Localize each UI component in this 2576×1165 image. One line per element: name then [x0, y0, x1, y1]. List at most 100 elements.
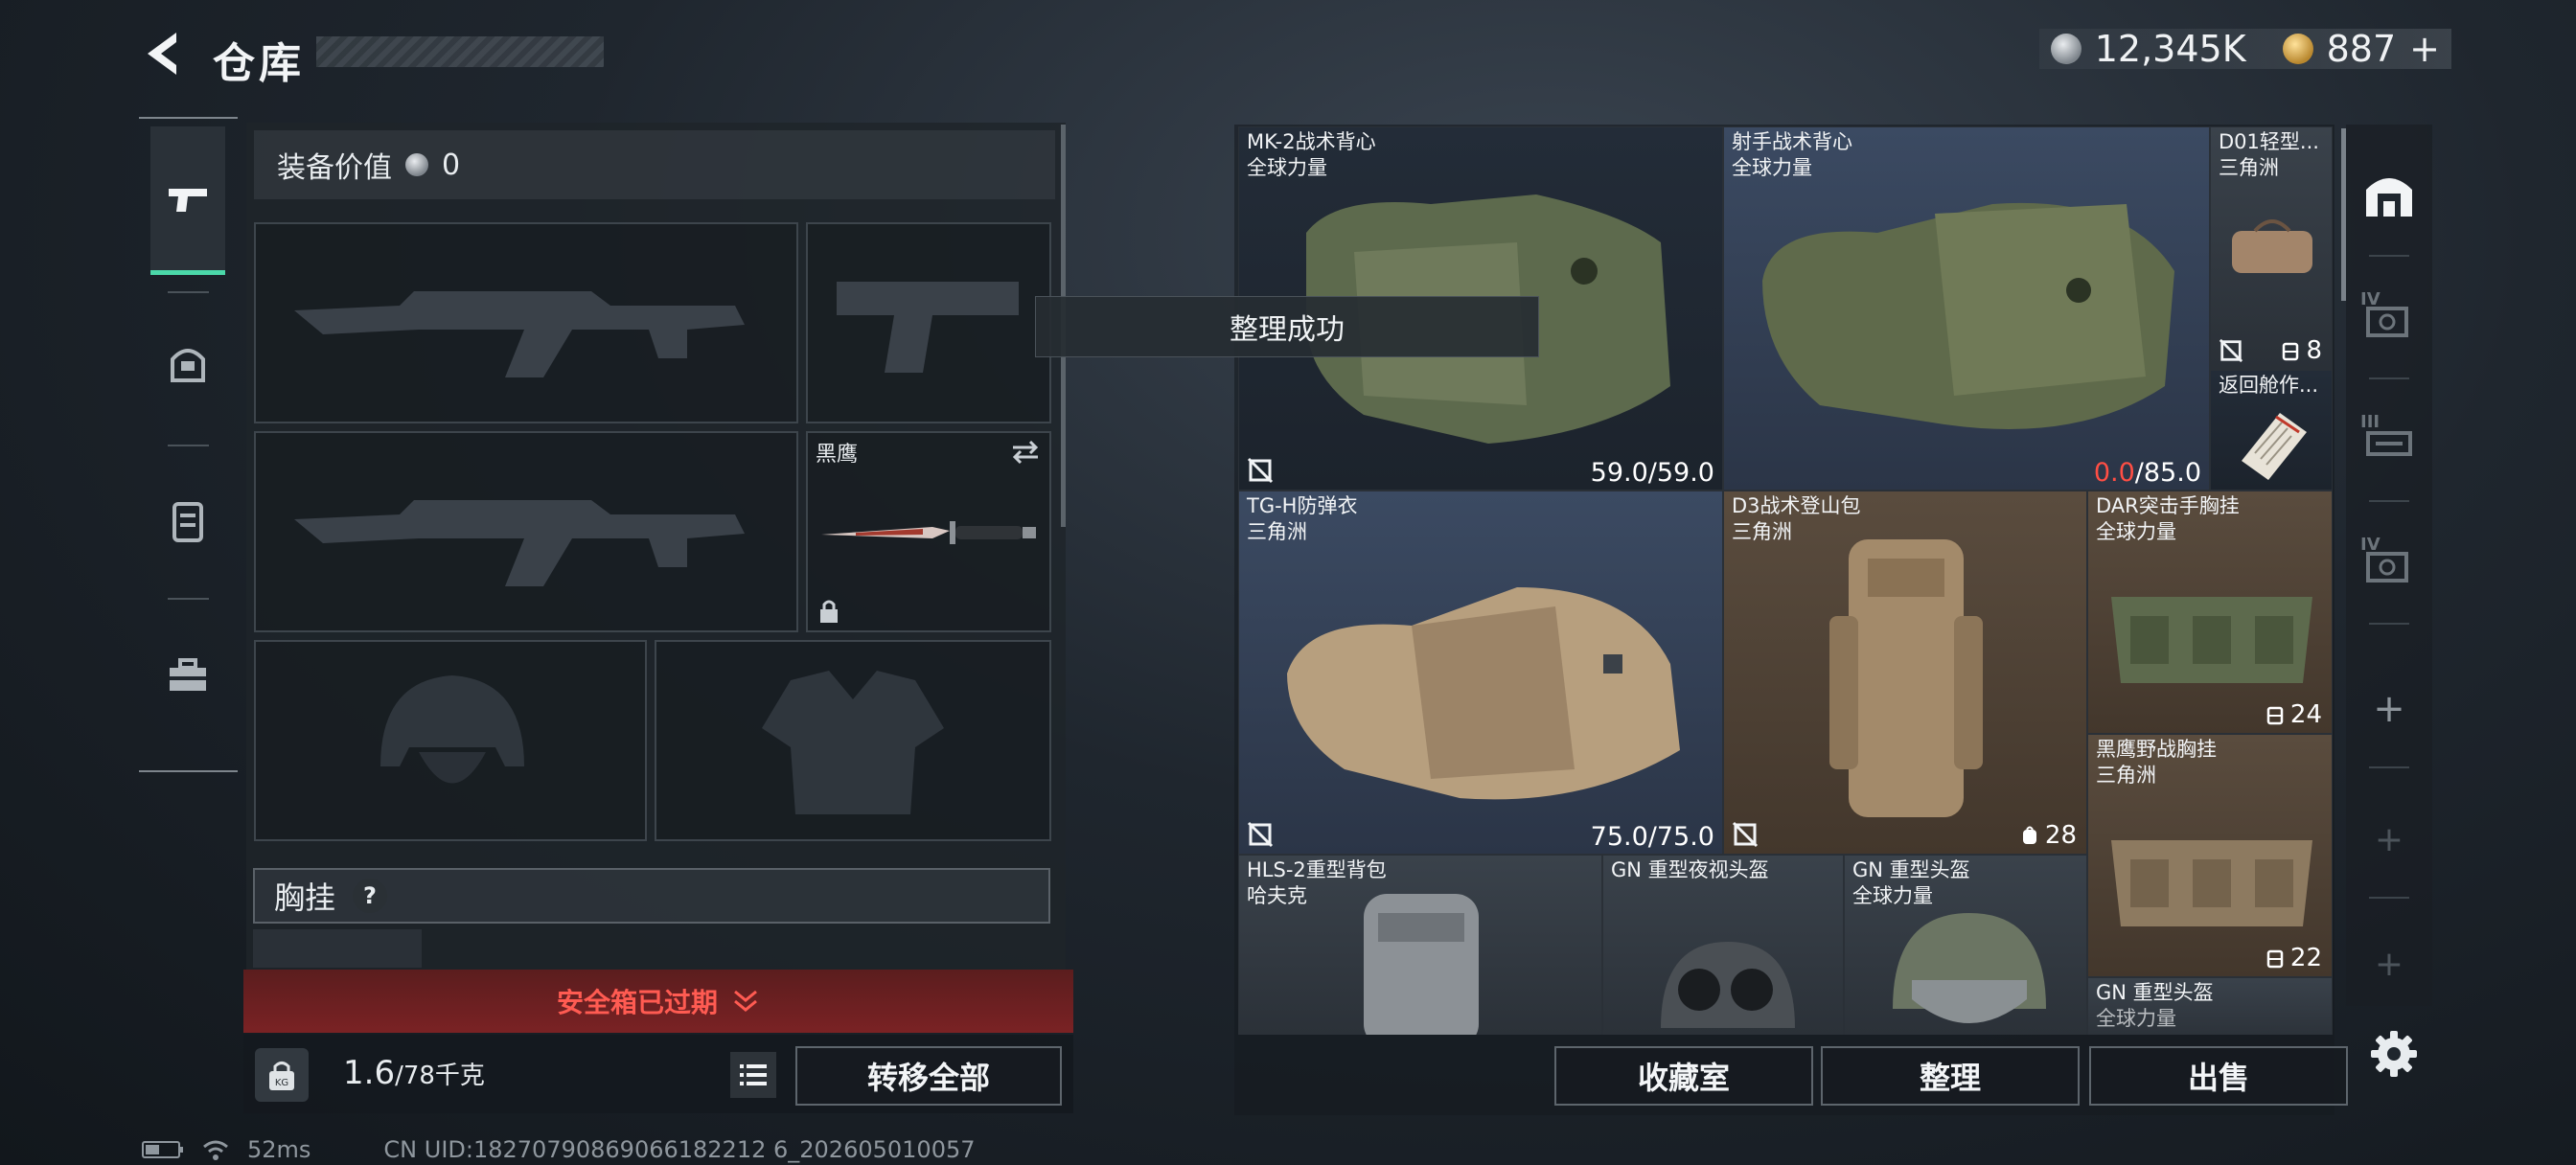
title-decoration — [316, 36, 604, 67]
silver-amount: 12,345K — [2094, 28, 2246, 70]
item-capacity: 24 — [2266, 700, 2322, 729]
chest-rig-image — [2111, 840, 2312, 926]
armor-silhouette-icon — [762, 671, 944, 814]
safe-box-expired-banner[interactable]: 安全箱已过期 — [243, 970, 1073, 1033]
helmet-slot[interactable] — [254, 640, 647, 841]
storage-item-d3-backpack[interactable]: D3战术登山包 三角洲 28 — [1723, 491, 2087, 855]
sell-button[interactable]: 出售 — [2089, 1046, 2348, 1106]
rail-divider — [2369, 766, 2409, 768]
backpack-capacity-icon — [2283, 342, 2299, 361]
help-icon[interactable]: ? — [353, 879, 388, 913]
item-name: D01轻型... — [2219, 130, 2319, 153]
item-name: HLS-2重型背包 — [1247, 858, 1387, 881]
warehouse-main-tab[interactable] — [2346, 136, 2432, 251]
rail-divider — [168, 445, 209, 446]
category-armor-tab[interactable] — [150, 291, 225, 435]
list-view-button[interactable] — [730, 1052, 776, 1098]
item-capacity-value: 28 — [2044, 821, 2077, 850]
equipment-category-rail — [139, 117, 238, 772]
storage-item-return-capsule-doc[interactable]: 返回舱作... — [2210, 370, 2333, 491]
wifi-icon — [203, 1140, 228, 1160]
storage-item-dar-chest-rig[interactable]: DAR突击手胸挂 全球力量 24 — [2087, 491, 2333, 734]
item-durability-max: /85.0 — [2134, 458, 2201, 488]
add-storage-tab-3[interactable]: + — [2346, 906, 2432, 1021]
storage-item-gn-heavy-helmet[interactable]: GN 重型头盔 全球力量 — [1844, 855, 2087, 1035]
tactical-vest-image — [1762, 202, 2174, 429]
transfer-all-button[interactable]: 转移全部 — [795, 1046, 1062, 1106]
item-name: GN 重型夜视头盔 — [1611, 858, 1769, 881]
storage-item-blackhawk-chest-rig[interactable]: 黑鹰野战胸挂 三角洲 22 — [2087, 734, 2333, 977]
item-faction: 哈夫克 — [1247, 884, 1307, 907]
item-name: 射手战术背心 — [1732, 130, 1852, 153]
item-capacity-value: 22 — [2289, 944, 2322, 972]
helmet-icon — [171, 349, 205, 382]
warehouse-tab-iv-2[interactable]: IV — [2346, 504, 2432, 619]
storage-item-gn-heavy-helmet-2[interactable]: GN 重型头盔 全球力量 — [2087, 977, 2333, 1035]
item-faction: 三角洲 — [2096, 764, 2156, 787]
backpack-icon — [172, 502, 203, 542]
collection-room-button[interactable]: 收藏室 — [1554, 1046, 1813, 1106]
add-storage-tab-2[interactable]: + — [2346, 782, 2432, 897]
item-name: GN 重型头盔 — [1852, 858, 1970, 881]
warehouse-tab-iii[interactable]: III — [2346, 381, 2432, 496]
melee-weapon-slot[interactable]: 黑鹰 — [806, 431, 1051, 632]
item-capacity: 8 — [2281, 336, 2322, 365]
storage-item-d01-backpack[interactable]: D01轻型... 三角洲 8 — [2210, 126, 2333, 370]
warehouse-tab-iv-1[interactable]: IV — [2346, 259, 2432, 374]
item-faction: 三角洲 — [1247, 520, 1307, 543]
storage-item-marksman-vest[interactable]: 射手战术背心 全球力量 0.0/85.0 — [1723, 126, 2210, 491]
duffel-bag-image — [2232, 219, 2312, 273]
category-backpack-tab[interactable] — [150, 448, 225, 592]
item-name: D3战术登山包 — [1732, 494, 1861, 517]
storage-item-tgh-armor[interactable]: TG-H防弹衣 三角洲 75.0/75.0 — [1238, 491, 1723, 855]
add-storage-tab-1[interactable]: + — [2346, 651, 2432, 766]
storage-level-icon: III — [2360, 412, 2418, 466]
storage-item-hls2-backpack[interactable]: HLS-2重型背包 哈夫克 — [1238, 855, 1602, 1035]
rail-divider — [2369, 255, 2409, 257]
storage-item-gn-nvg-helmet[interactable]: GN 重型夜视头盔 — [1602, 855, 1844, 1035]
warehouse-action-bar: 收藏室 整理 出售 — [1234, 1039, 2348, 1115]
swap-icon[interactable] — [1009, 439, 1042, 466]
gun-rack-icon — [2366, 431, 2412, 456]
rail-divider — [2369, 623, 2409, 625]
secondary-rifle-slot[interactable] — [254, 431, 798, 632]
double-chevron-down-icon — [734, 990, 757, 1012]
rifle-silhouette-icon — [294, 500, 745, 586]
primary-weapon-slot[interactable] — [254, 222, 798, 423]
item-faction: 三角洲 — [2219, 156, 2279, 179]
item-capacity: 22 — [2266, 944, 2322, 972]
sort-button[interactable]: 整理 — [1821, 1046, 2080, 1106]
body-armor-slot[interactable] — [655, 640, 1051, 841]
lock-icon — [820, 600, 838, 623]
list-icon — [740, 1064, 767, 1085]
hiking-backpack-image — [1829, 539, 1983, 817]
melee-weapon-name: 黑鹰 — [816, 443, 859, 467]
no-repair-icon — [2219, 338, 2243, 363]
secondary-weapon-slot[interactable] — [806, 222, 1051, 423]
category-weapons-tab[interactable] — [150, 126, 225, 275]
back-arrow-icon — [148, 33, 176, 75]
item-durability: 0.0/85.0 — [2094, 458, 2201, 488]
status-bar: 52ms CN UID:18270790869066182212 6_20260… — [142, 1136, 976, 1163]
body-armor-image — [1287, 587, 1680, 800]
chest-rig-capacity-icon — [2266, 949, 2284, 969]
item-name: 黑鹰野战胸挂 — [2096, 738, 2217, 761]
item-durability: 75.0/75.0 — [1590, 822, 1714, 852]
gold-topup-button[interactable]: + — [2409, 28, 2440, 70]
rail-divider — [168, 598, 209, 600]
item-name: TG-H防弹衣 — [1247, 494, 1358, 517]
silver-coin-icon — [2050, 34, 2082, 64]
weight-icon-text: KG — [275, 1078, 288, 1088]
document-image — [2242, 413, 2307, 480]
item-faction: 全球力量 — [1732, 156, 1812, 179]
warehouse-grid: MK-2战术背心 全球力量 59.0/59.0 射手战术背心 全球力量 0.0/… — [1238, 126, 2333, 1035]
no-repair-icon — [1247, 821, 1274, 848]
category-toolbox-tab[interactable] — [150, 604, 225, 747]
item-capacity-value: 24 — [2289, 700, 2322, 729]
chest-rig-header: 胸挂 ? — [253, 868, 1050, 924]
helmet-silhouette-icon — [380, 675, 524, 784]
chest-rig-slot[interactable] — [253, 929, 422, 968]
settings-button[interactable] — [2367, 1027, 2421, 1081]
item-faction: 全球力量 — [1247, 156, 1327, 179]
back-button[interactable] — [134, 27, 192, 80]
